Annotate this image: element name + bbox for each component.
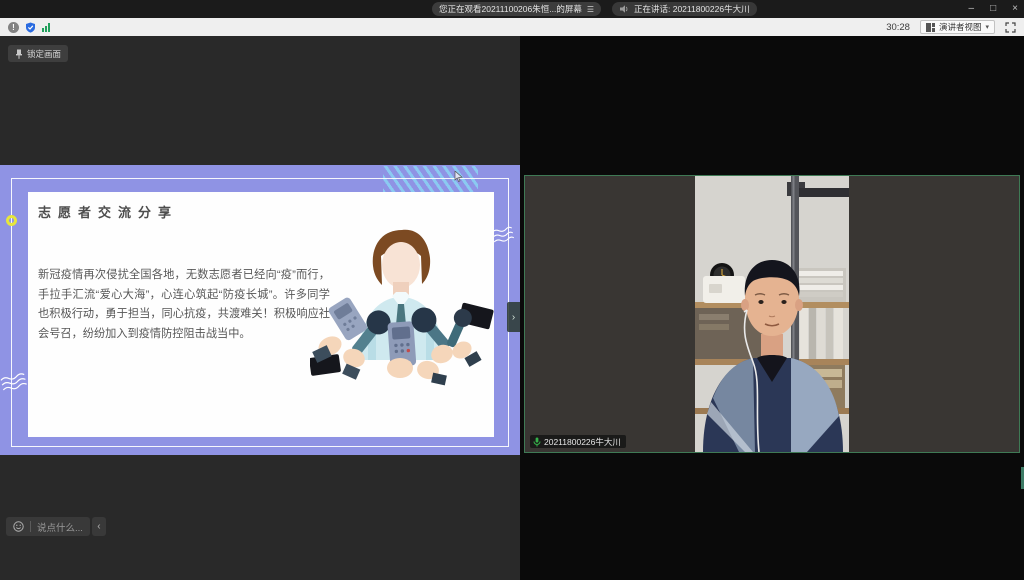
chat-input-stub[interactable]: 说点什么... [6,517,90,536]
view-mode-button[interactable]: 演讲者视图 ▾ [920,20,995,34]
info-icon[interactable]: ! [8,22,19,33]
pin-view-label: 锁定画面 [27,48,61,60]
speaker-icon [619,4,629,14]
watching-screen-label: 您正在观看20211100206朱恒...的屏幕 [439,3,582,15]
pin-icon [15,49,23,59]
network-signal-icon[interactable] [42,23,50,32]
slide-card: 志愿者交流分享 新冠疫情再次侵扰全国各地，无数志愿者已经向“疫”而行，手拉手汇流… [28,192,494,437]
slide-title: 志愿者交流分享 [38,202,178,221]
slide-body-text: 新冠疫情再次侵扰全国各地，无数志愿者已经向“疫”而行，手拉手汇流“爱心大海”，心… [38,266,330,344]
interview-illustration [310,218,494,422]
window-controls: – □ × [969,0,1018,18]
active-speaker-frame[interactable]: 20211800226牛大川 [524,175,1020,453]
close-button[interactable]: × [1012,0,1018,18]
divider [30,521,31,532]
wave-decoration [491,225,516,245]
meeting-timer: 30:28 [886,22,910,33]
next-panel-arrow[interactable]: › [507,302,520,332]
pin-view-button[interactable]: 锁定画面 [8,45,68,62]
meeting-window: 您正在观看20211100206朱恒...的屏幕 ☰ 正在讲话: 2021180… [0,0,1024,580]
speaker-video-scene [695,176,849,452]
speaking-pill: 正在讲话: 20211800226牛大川 [612,2,757,16]
smiley-icon[interactable] [13,521,24,532]
cursor-icon [454,171,463,183]
speaker-video [695,176,849,452]
ring-decoration [6,215,17,226]
chevron-right-icon: › [512,312,515,323]
microphone-icon [533,437,541,447]
chat-bar: 说点什么... ‹ [6,517,106,536]
chevron-left-icon: ‹ [97,521,100,532]
chat-collapse-button[interactable]: ‹ [92,517,106,536]
chat-placeholder[interactable]: 说点什么... [37,520,83,534]
view-mode-label: 演讲者视图 [939,21,982,33]
minimize-button[interactable]: – [969,0,975,18]
speaker-video-panel: 20211800226牛大川 [520,36,1024,580]
meeting-toolbar: ! 30:28 演讲者视图 ▾ [0,18,1024,36]
chevron-down-icon: ▾ [985,23,989,31]
menu-icon[interactable]: ☰ [587,5,594,14]
speaker-name-label: 20211800226牛大川 [544,436,621,448]
watch-bar: 您正在观看20211100206朱恒...的屏幕 ☰ 正在讲话: 2021180… [0,0,1024,18]
presentation-slide: 志愿者交流分享 新冠疫情再次侵扰全国各地，无数志愿者已经向“疫”而行，手拉手汇流… [0,165,520,455]
shield-icon[interactable] [25,22,36,33]
fullscreen-icon[interactable] [1005,22,1016,33]
shared-screen-panel: 锁定画面 志愿者交流分享 新冠疫情再次侵扰全国各地，无数志愿者已经向“疫”而行，… [0,36,520,580]
speaking-label: 正在讲话: 20211800226牛大川 [634,3,750,15]
wave-decoration [0,370,31,396]
maximize-button[interactable]: □ [990,0,996,18]
layout-view-icon [926,23,935,32]
watching-screen-pill[interactable]: 您正在观看20211100206朱恒...的屏幕 ☰ [432,2,601,16]
speaker-name-tag: 20211800226牛大川 [530,435,626,448]
